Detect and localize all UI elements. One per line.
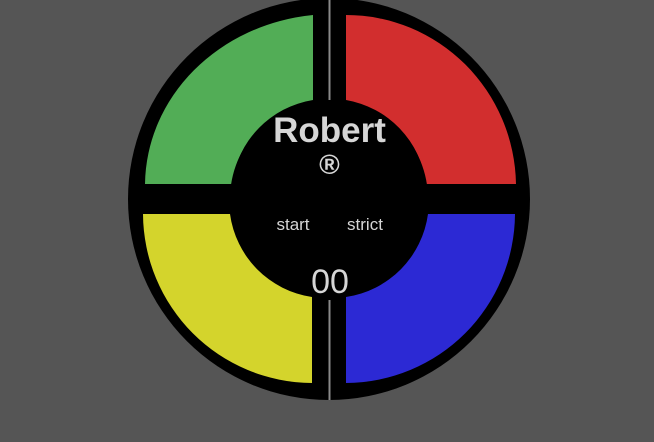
registered-mark: ® bbox=[319, 149, 340, 180]
step-counter: 00 bbox=[311, 263, 349, 301]
simon-game: Robert ® start strict 00 bbox=[128, 0, 531, 400]
start-button[interactable]: start bbox=[266, 214, 320, 236]
brand-title: Robert bbox=[273, 111, 386, 150]
strict-button[interactable]: strict bbox=[339, 214, 391, 236]
game-board bbox=[128, 0, 530, 400]
